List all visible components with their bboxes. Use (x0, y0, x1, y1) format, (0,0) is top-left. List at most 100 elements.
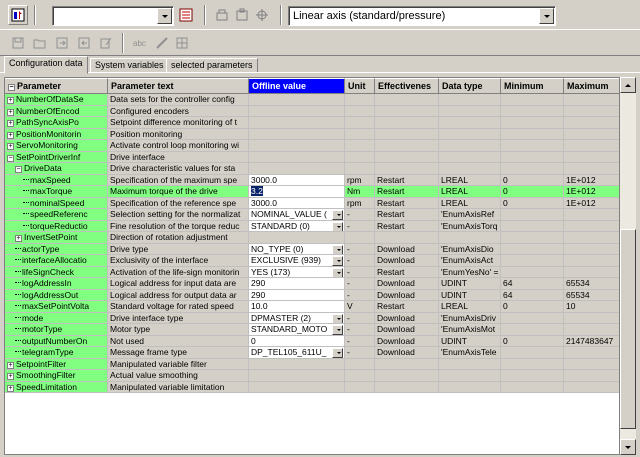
parameter-name-cell[interactable]: − SetPointDriverInf (5, 151, 108, 163)
table-row[interactable]: logAddressOut Logical address for output … (5, 289, 619, 301)
parameter-name-cell[interactable]: actorType (5, 243, 108, 255)
paste-icon[interactable] (232, 5, 252, 25)
table-row[interactable]: + ServoMonitoring Activate control loop mo… (5, 140, 619, 152)
parameter-name-cell[interactable]: − DriveData (5, 163, 108, 175)
parameter-name-cell[interactable]: maxSpeed (5, 174, 108, 186)
table-row[interactable]: maxSetPointVolta Standard voltage for rat… (5, 301, 619, 313)
column-header-offline-value[interactable]: Offline value (249, 78, 345, 94)
properties-icon[interactable] (176, 5, 196, 25)
parameter-name-cell[interactable]: outputNumberOn (5, 335, 108, 347)
table-row[interactable]: + SetpointFilter Manipulated variable filt… (5, 358, 619, 370)
parameter-name-cell[interactable]: + PathSyncAxisPo (5, 117, 108, 129)
parameter-name-cell[interactable]: motorType (5, 324, 108, 336)
table-row[interactable]: maxSpeed Specification of the maximum spe… (5, 174, 619, 186)
table-row[interactable]: outputNumberOn Not used 0- Download UDINT 0 21… (5, 335, 619, 347)
parameter-name-cell[interactable]: speedReferenc (5, 209, 108, 221)
table-row[interactable]: mode Drive interface type DPMASTER (2) - Dow… (5, 312, 619, 324)
table-row[interactable]: lifeSignCheck Activation of the life-sign… (5, 266, 619, 278)
tab-selected-parameters[interactable]: selected parameters (166, 58, 258, 73)
table-row[interactable]: logAddressIn Logical address for input da… (5, 278, 619, 290)
vertical-scrollbar[interactable] (620, 77, 636, 455)
scroll-down-icon[interactable] (620, 439, 636, 455)
table-row[interactable]: − SetPointDriverInf Drive interface (5, 151, 619, 163)
table-row[interactable]: interfaceAllocatio Exclusivity of the int… (5, 255, 619, 267)
table-row[interactable]: − DriveData Drive characteristic values fo… (5, 163, 619, 175)
column-header-data-type[interactable]: Data type (439, 78, 501, 94)
offline-value-cell[interactable]: 3.2 (249, 186, 345, 198)
parameter-name-cell[interactable]: + InvertSetPoint (5, 232, 108, 244)
parameter-name-cell[interactable]: + NumberOfDataSe (5, 94, 108, 106)
column-header-unit[interactable]: Unit (345, 78, 375, 94)
parameter-name-cell[interactable]: maxSetPointVolta (5, 301, 108, 313)
tab-configuration-data[interactable]: Configuration data (4, 56, 88, 74)
collapse-icon[interactable]: − (15, 166, 22, 173)
parameter-name-cell[interactable]: mode (5, 312, 108, 324)
offline-value-cell[interactable]: STANDARD_MOTO (249, 324, 345, 336)
parameter-name-cell[interactable]: maxTorque (5, 186, 108, 198)
expand-icon[interactable]: + (7, 361, 14, 369)
tab-system-variables[interactable]: System variables (90, 58, 169, 73)
parameter-name-cell[interactable]: + NumberOfEncod (5, 105, 108, 117)
offline-value-cell[interactable]: 0 (249, 335, 345, 347)
offline-value-cell[interactable]: 290 (249, 278, 345, 290)
table-row[interactable]: + InvertSetPoint Direction of rotation adj… (5, 232, 619, 244)
column-header-parameter-text[interactable]: Parameter text (108, 78, 249, 94)
expand-icon[interactable]: + (7, 131, 14, 139)
table-row[interactable]: + PositionMonitorin Position monitoring (5, 128, 619, 140)
export-icon[interactable] (52, 33, 72, 53)
parameter-name-cell[interactable]: + PositionMonitorin (5, 128, 108, 140)
chevron-down-icon[interactable] (157, 8, 172, 24)
expand-icon[interactable]: + (7, 120, 14, 127)
column-header-maximum[interactable]: Maximum (564, 78, 619, 94)
parameter-name-cell[interactable]: logAddressOut (5, 289, 108, 301)
offline-value-cell[interactable]: 290 (249, 289, 345, 301)
table-row[interactable]: telegramType Message frame type DP_TEL105_… (5, 347, 619, 359)
offline-value-cell[interactable]: NO_TYPE (0) (249, 243, 345, 255)
table-row[interactable]: motorType Motor type STANDARD_MOTO - Downloa… (5, 324, 619, 336)
scroll-thumb[interactable] (620, 229, 636, 429)
table-row[interactable]: speedReferenc Selection setting for the n… (5, 209, 619, 221)
offline-value-cell[interactable]: 3000.0 (249, 174, 345, 186)
open-icon[interactable] (30, 33, 50, 53)
parameter-name-cell[interactable]: telegramType (5, 347, 108, 359)
parameter-name-cell[interactable]: interfaceAllocatio (5, 255, 108, 267)
pen-icon[interactable] (152, 33, 172, 53)
table-row[interactable]: + PathSyncAxisPo Setpoint difference monit… (5, 117, 619, 129)
table-row[interactable]: + NumberOfDataSe Data sets for the control… (5, 94, 619, 106)
parameter-name-cell[interactable]: + SetpointFilter (5, 358, 108, 370)
edit-icon[interactable] (96, 33, 116, 53)
offline-value-cell[interactable]: DPMASTER (2) (249, 312, 345, 324)
offline-value-cell[interactable]: YES (173) (249, 266, 345, 278)
expand-icon[interactable]: + (7, 373, 14, 380)
object-select[interactable] (52, 6, 174, 26)
abc-icon[interactable]: abc (130, 33, 152, 53)
parameter-name-cell[interactable]: + SpeedLimitation (5, 381, 108, 393)
table-row[interactable]: + SmoothingFilter Actual value smoothing (5, 370, 619, 382)
offline-value-cell[interactable]: EXCLUSIVE (939) (249, 255, 345, 267)
offline-value-cell[interactable]: STANDARD (0) (249, 220, 345, 232)
offline-value-cell[interactable]: 3000.0 (249, 197, 345, 209)
offline-value-cell[interactable]: DP_TEL105_611U_ (249, 347, 345, 359)
column-header-effectiveness[interactable]: Effectivenes (375, 78, 439, 94)
column-header-minimum[interactable]: Minimum (501, 78, 564, 94)
axis-type-select[interactable]: Linear axis (standard/pressure) (288, 6, 556, 26)
grid-icon[interactable] (172, 33, 192, 53)
offline-value-cell[interactable]: 10.0 (249, 301, 345, 313)
collapse-icon[interactable]: − (7, 154, 14, 162)
parameter-name-cell[interactable]: + SmoothingFilter (5, 370, 108, 382)
parameter-name-cell[interactable]: torqueReductio (5, 220, 108, 232)
offline-value-cell[interactable]: NOMINAL_VALUE ( (249, 209, 345, 221)
table-row[interactable]: maxTorque Maximum torque of the drive 3.2 N… (5, 186, 619, 198)
table-row[interactable]: torqueReductio Fine resolution of the tor… (5, 220, 619, 232)
compare-icon[interactable] (252, 5, 272, 25)
scroll-up-icon[interactable] (620, 77, 636, 93)
table-row[interactable]: actorType Drive type NO_TYPE (0) - Download '… (5, 243, 619, 255)
expand-icon[interactable]: + (7, 384, 14, 392)
save-icon[interactable] (8, 33, 28, 53)
offline-value-selected-text[interactable]: 3.2 (251, 186, 263, 196)
column-header-parameter[interactable]: − Parameter (5, 78, 108, 94)
table-row[interactable]: + SpeedLimitation Manipulated variable lim… (5, 381, 619, 393)
import-icon[interactable] (74, 33, 94, 53)
copy-icon[interactable] (212, 5, 232, 25)
parameter-name-cell[interactable]: lifeSignCheck (5, 266, 108, 278)
